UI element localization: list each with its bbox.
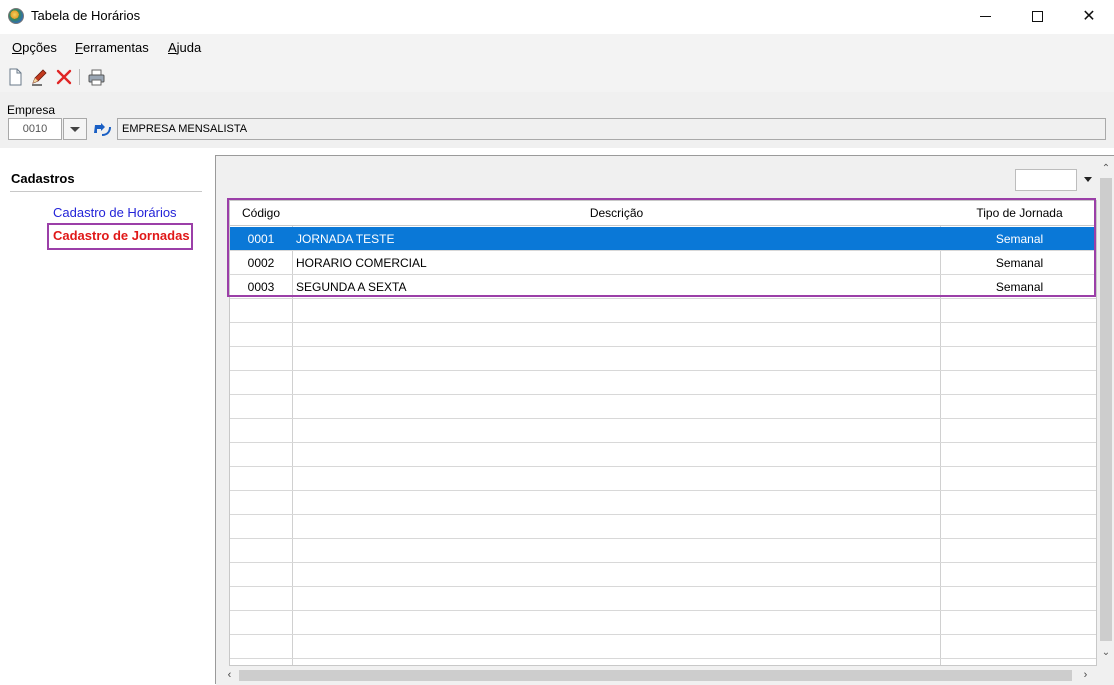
row-divider <box>230 610 1096 611</box>
close-icon: ✕ <box>1082 8 1096 25</box>
row-divider <box>230 418 1096 419</box>
refresh-icon <box>94 123 111 136</box>
menu-opcoes-accesskey: O <box>12 40 23 55</box>
cadastros-title: Cadastros <box>11 171 75 186</box>
menu-opcoes-label: pções <box>22 40 57 55</box>
new-document-icon <box>9 68 22 86</box>
print-button[interactable] <box>86 67 106 87</box>
scroll-down-icon[interactable]: ⌄ <box>1097 644 1114 661</box>
menu-ajuda-label: juda <box>176 40 202 55</box>
menu-opcoes[interactable]: Opções <box>12 40 57 55</box>
cell-descricao: JORNADA TESTE <box>296 232 395 246</box>
new-button[interactable] <box>5 67 25 87</box>
minimize-icon <box>979 15 991 17</box>
row-divider <box>230 346 1096 347</box>
empresa-dropdown-button[interactable] <box>63 118 87 140</box>
vertical-scroll-thumb[interactable] <box>1100 178 1112 641</box>
menu-ajuda[interactable]: Ajuda <box>168 40 201 55</box>
column-header-descricao[interactable]: Descrição <box>293 201 940 226</box>
empresa-refresh-button[interactable] <box>90 119 114 139</box>
cell-tipo: Semanal <box>995 280 1044 294</box>
cadastros-divider <box>10 191 202 192</box>
delete-icon <box>56 69 72 85</box>
maximize-icon <box>1031 10 1043 22</box>
edit-icon <box>32 69 47 86</box>
horizontal-scroll-thumb[interactable] <box>239 670 1072 681</box>
print-icon <box>88 69 105 86</box>
row-divider <box>230 490 1096 491</box>
column-header-codigo[interactable]: Código <box>230 201 292 226</box>
row-divider <box>230 658 1096 659</box>
empresa-label: Empresa <box>7 103 56 117</box>
cell-tipo: Semanal <box>995 232 1044 246</box>
cell-tipo: Semanal <box>995 256 1044 270</box>
minimize-button[interactable] <box>962 0 1008 32</box>
cell-descricao: HORARIO COMERCIAL <box>296 256 427 270</box>
chevron-down-icon <box>70 126 80 132</box>
scroll-right-icon[interactable]: › <box>1077 666 1094 685</box>
jornadas-table: Código Descrição Tipo de Jornada 0001 JO… <box>229 200 1097 666</box>
table-header: Código Descrição Tipo de Jornada <box>230 201 1096 226</box>
link-cadastro-horarios[interactable]: Cadastro de Horários <box>53 205 177 220</box>
title-bar: Tabela de Horários ✕ <box>0 0 1114 32</box>
table-row[interactable]: 0003 SEGUNDA A SEXTA Semanal <box>230 275 1096 299</box>
cadastros-panel: Cadastros Cadastro de Horários Cadastro … <box>0 155 215 684</box>
toolbar <box>0 62 1114 92</box>
row-divider <box>230 442 1096 443</box>
row-divider <box>230 394 1096 395</box>
menu-bar: Opções Ferramentas Ajuda <box>0 34 1114 62</box>
chevron-down-icon[interactable] <box>1084 177 1092 182</box>
cell-codigo: 0003 <box>247 280 275 294</box>
empresa-code-field[interactable]: 0010 <box>8 118 62 140</box>
table-row[interactable]: 0002 HORARIO COMERCIAL Semanal <box>230 251 1096 275</box>
row-divider <box>230 634 1096 635</box>
row-divider <box>230 322 1096 323</box>
row-divider <box>230 538 1096 539</box>
menu-ferramentas-accesskey: F <box>75 40 83 55</box>
vertical-scrollbar[interactable]: ⌃ ⌄ <box>1097 156 1114 666</box>
toolbar-separator <box>79 69 80 85</box>
row-divider <box>230 466 1096 467</box>
row-divider <box>230 274 1096 275</box>
close-button[interactable]: ✕ <box>1066 0 1112 32</box>
filter-combo[interactable] <box>1015 169 1077 191</box>
link-cadastro-jornadas[interactable]: Cadastro de Jornadas <box>47 223 193 250</box>
row-divider <box>230 586 1096 587</box>
cell-codigo: 0001 <box>247 232 275 246</box>
empresa-name-field: EMPRESA MENSALISTA <box>117 118 1106 140</box>
empresa-section: Empresa 0010 EMPRESA MENSALISTA <box>0 92 1114 148</box>
maximize-button[interactable] <box>1014 0 1060 32</box>
menu-ferramentas-label: erramentas <box>82 40 149 55</box>
app-icon <box>8 8 24 24</box>
cell-codigo: 0002 <box>247 256 275 270</box>
scroll-left-icon[interactable]: ‹ <box>221 666 238 685</box>
scroll-up-icon[interactable]: ⌃ <box>1097 160 1114 177</box>
menu-ferramentas[interactable]: Ferramentas <box>75 40 149 55</box>
menu-ajuda-accesskey: A <box>168 40 177 55</box>
delete-button[interactable] <box>54 67 74 87</box>
edit-button[interactable] <box>29 67 49 87</box>
row-divider <box>230 250 1096 251</box>
row-divider <box>230 514 1096 515</box>
table-row[interactable]: 0001 JORNADA TESTE Semanal <box>230 227 1096 251</box>
horizontal-scrollbar[interactable]: ‹ › <box>216 666 1114 685</box>
window-title: Tabela de Horários <box>31 8 141 23</box>
column-header-tipo[interactable]: Tipo de Jornada <box>941 201 1096 226</box>
row-divider <box>230 370 1096 371</box>
row-divider <box>230 562 1096 563</box>
row-divider <box>230 298 1096 299</box>
grid-panel: Código Descrição Tipo de Jornada 0001 JO… <box>215 155 1114 685</box>
cell-descricao: SEGUNDA A SEXTA <box>296 280 407 294</box>
